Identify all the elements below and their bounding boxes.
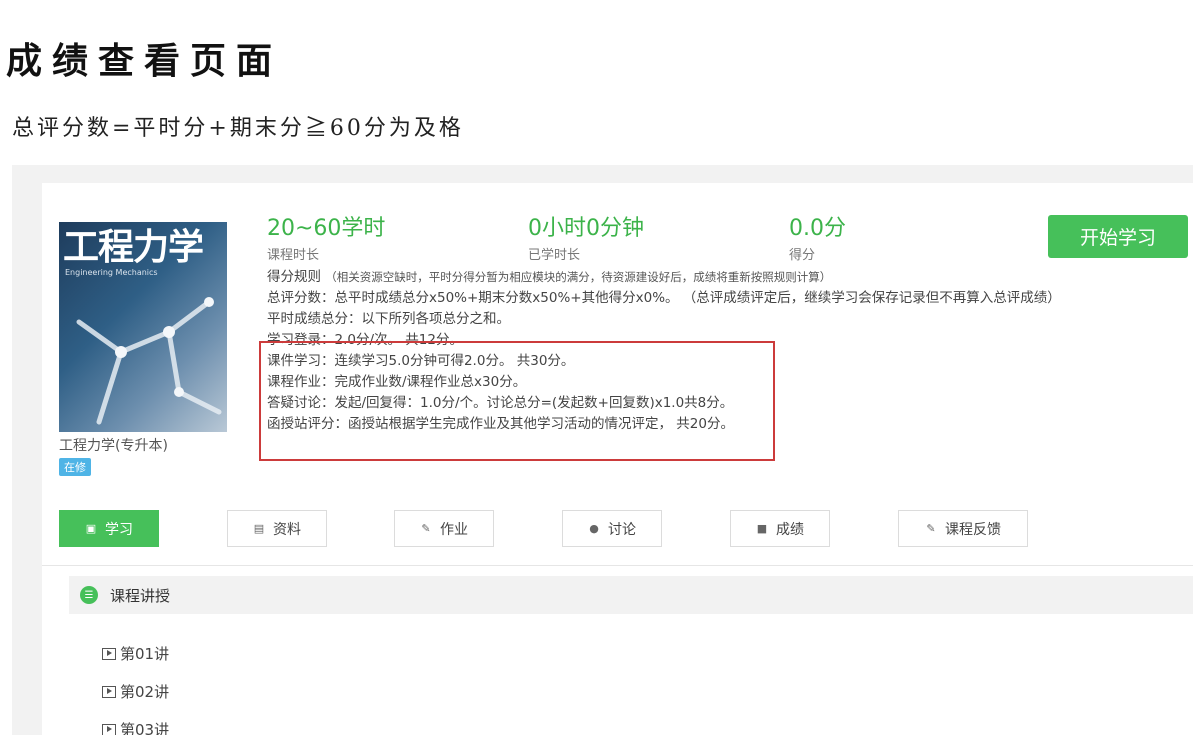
tab-label: 成绩	[776, 521, 804, 538]
stat-label: 课程时长	[267, 248, 320, 263]
lecture-item[interactable]: 第01讲	[102, 643, 169, 664]
cover-title: 工程力学	[63, 227, 204, 268]
section-title: 课程讲授	[110, 586, 171, 605]
video-icon	[102, 685, 116, 698]
tab-study[interactable]: ▣ 学习	[59, 510, 159, 547]
tab-discussion[interactable]: ● 讨论	[562, 510, 662, 547]
start-learning-button[interactable]: 开始学习	[1048, 215, 1188, 258]
tab-label: 讨论	[608, 521, 636, 538]
tab-label: 学习	[105, 521, 133, 538]
screenshot-area: 工程力学 Engineering Mechanics 工程力学(专升本) 在修 …	[12, 165, 1193, 735]
tab-label: 作业	[440, 521, 468, 538]
chat-icon: ●	[589, 521, 599, 535]
page-subtitle: 总评分数=平时分+期末分≧60分为及格	[12, 116, 464, 141]
document-icon: ▤	[253, 521, 265, 535]
lecture-label: 第03讲	[120, 721, 170, 735]
status-badge: 在修	[59, 458, 91, 476]
stat-value: 0.0分	[789, 216, 846, 241]
tab-label: 课程反馈	[945, 521, 1001, 538]
tab-feedback[interactable]: ✎ 课程反馈	[898, 510, 1028, 547]
rules-note: （相关资源空缺时，平时分得分暂为相应模块的满分，待资源建设好后，成绩将重新按照规…	[325, 270, 832, 284]
lecture-label: 第02讲	[120, 683, 170, 701]
video-icon	[102, 723, 116, 735]
stat-course-duration: 20~60学时 课程时长	[267, 216, 385, 263]
feedback-icon: ✎	[926, 521, 936, 535]
rules-header-row: 得分规则 （相关资源空缺时，平时分得分暂为相应模块的满分，待资源建设好后，成绩将…	[267, 267, 1061, 288]
course-name[interactable]: 工程力学(专升本)	[59, 435, 168, 455]
grade-icon: ■	[756, 521, 768, 535]
course-panel: 工程力学 Engineering Mechanics 工程力学(专升本) 在修 …	[42, 183, 1193, 735]
video-icon	[102, 647, 116, 660]
lecture-item[interactable]: 第02讲	[102, 681, 169, 702]
tab-label: 资料	[273, 521, 301, 538]
stat-value: 20~60学时	[267, 216, 386, 241]
section-header[interactable]: ☰ 课程讲授	[69, 576, 1193, 614]
divider	[42, 565, 1193, 566]
stat-value: 0小时0分钟	[528, 216, 644, 241]
page-title: 成绩查看页面	[6, 40, 283, 82]
highlight-box	[259, 341, 775, 461]
edit-icon: ✎	[421, 521, 431, 535]
tab-homework[interactable]: ✎ 作业	[394, 510, 494, 547]
rules-usual: 平时成绩总分：以下所列各项总分之和。	[267, 311, 510, 327]
rules-total: 总评分数：总平时成绩总分x50%+期末分数x50%+其他得分x0%。 （总评成绩…	[267, 290, 1061, 306]
rules-header: 得分规则	[267, 269, 321, 285]
stat-studied-time: 0小时0分钟 已学时长	[528, 216, 644, 263]
lecture-label: 第01讲	[120, 645, 170, 663]
tab-materials[interactable]: ▤ 资料	[227, 510, 327, 547]
stat-label: 已学时长	[528, 248, 581, 263]
cover-subtitle: Engineering Mechanics	[65, 268, 158, 277]
tab-grades[interactable]: ■ 成绩	[730, 510, 830, 547]
list-icon: ☰	[80, 586, 98, 604]
stat-label: 得分	[789, 248, 816, 263]
stat-score: 0.0分 得分	[789, 216, 846, 263]
course-cover[interactable]: 工程力学 Engineering Mechanics	[59, 222, 227, 432]
book-icon: ▣	[85, 521, 97, 535]
lecture-item[interactable]: 第03讲	[102, 719, 169, 735]
